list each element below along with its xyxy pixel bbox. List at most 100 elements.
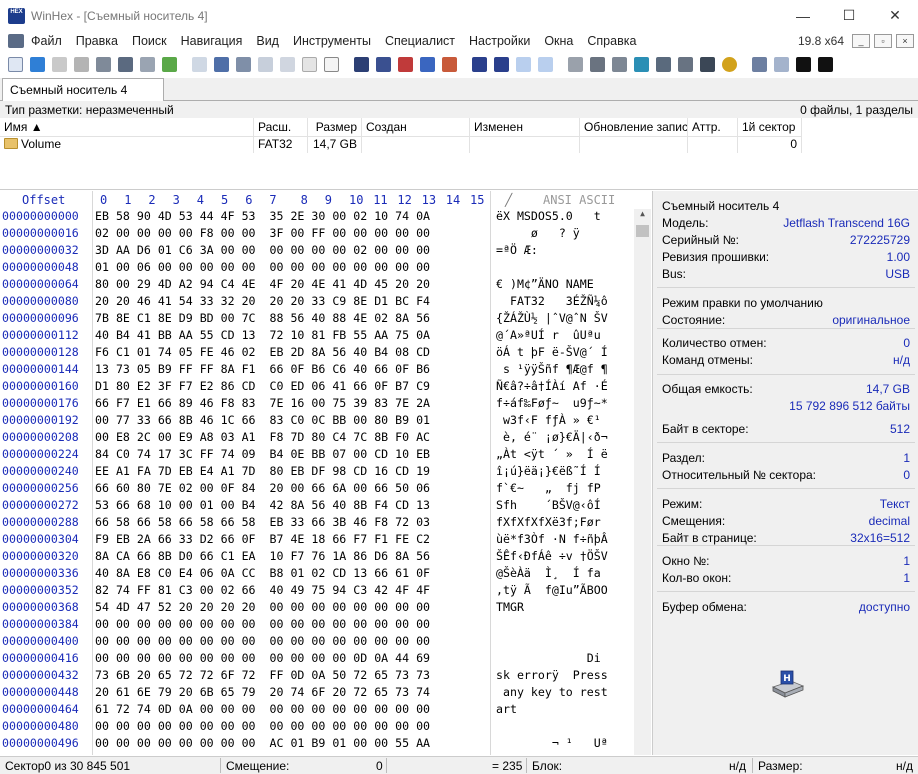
write-block-icon[interactable]	[300, 55, 319, 74]
hex-ascii[interactable]: @´A»ªUÍ r ûUªu	[496, 328, 601, 342]
cut-icon[interactable]	[256, 55, 275, 74]
disk-tools-icon[interactable]	[676, 55, 695, 74]
scroll-up-arrow-icon[interactable]: ▲	[634, 209, 651, 223]
open-icon[interactable]	[28, 55, 47, 74]
hex-ascii[interactable]: TMGR	[496, 600, 524, 614]
mdi-minimize-button[interactable]: _	[852, 34, 870, 48]
paste-icon[interactable]	[234, 55, 253, 74]
hex-ascii[interactable]: any key to rest	[496, 685, 608, 699]
hex-bytes[interactable]: 00 77 33 66 8B 46 1C 66 83 C0 0C BB 00 8…	[95, 413, 430, 427]
document-window-icon[interactable]	[8, 34, 24, 48]
col-size[interactable]: Размер	[308, 118, 362, 137]
hex-ascii[interactable]: ‚tÿ Ã f@Iu”ÃBOO	[496, 583, 608, 597]
hex-ascii[interactable]: î¡ú}ëä¡}€ëß˜Í Í	[496, 464, 601, 478]
hex-ascii[interactable]: öÁ t þF ë-ŠV@´ Í	[496, 345, 608, 359]
settings-gear-icon[interactable]	[720, 55, 739, 74]
layout-icon[interactable]	[750, 55, 769, 74]
hex-bytes[interactable]: EE A1 FA 7D EB E4 A1 7D 80 EB DF 98 CD 1…	[95, 464, 430, 478]
hex-ascii[interactable]: „Àt <ÿt ´ » Í ë	[496, 447, 608, 461]
menu-edit[interactable]: Правка	[69, 34, 125, 48]
paste-special-icon[interactable]	[278, 55, 297, 74]
hex-bytes[interactable]: 00 00 00 00 00 00 00 00 00 00 00 00 0D 0…	[95, 651, 430, 665]
table-row[interactable]: Volume FAT32 14,7 GB 0	[0, 136, 802, 153]
hex-ascii[interactable]: f÷áf‰Føƒ~ u9ƒ~*	[496, 396, 608, 410]
hex-ascii[interactable]: s ¹ÿÿŠñf ¶Æ@f ¶	[496, 362, 608, 376]
hex-bytes[interactable]: 00 E8 2C 00 E9 A8 03 A1 F8 7D 80 C4 7C 8…	[95, 430, 430, 444]
hex-ascii[interactable]: {ŽÁŽÙ½ |ˆV@ˆN ŠV	[496, 311, 608, 325]
analyze-icon[interactable]	[698, 55, 717, 74]
save-icon[interactable]	[50, 55, 69, 74]
hex-bytes[interactable]: 66 F7 E1 66 89 46 F8 83 7E 16 00 75 39 8…	[95, 396, 430, 410]
goto-sector-icon[interactable]	[492, 55, 511, 74]
hex-bytes[interactable]: 00 00 00 00 00 00 00 00 00 00 00 00 00 0…	[95, 634, 430, 648]
menu-view[interactable]: Вид	[249, 34, 286, 48]
hex-bytes[interactable]: 01 00 06 00 00 00 00 00 00 00 00 00 00 0…	[95, 260, 430, 274]
hex-bytes[interactable]: 13 73 05 B9 FF FF 8A F1 66 0F B6 C6 40 6…	[95, 362, 430, 376]
close-button[interactable]: ✕	[872, 0, 918, 31]
binary-icon[interactable]	[322, 55, 341, 74]
hex-ascii[interactable]: ø ? ÿ	[496, 226, 580, 240]
col-name[interactable]: Имя ▲	[0, 118, 254, 137]
find-hex-icon[interactable]	[374, 55, 393, 74]
hex-bytes[interactable]: 20 20 46 41 54 33 32 20 20 20 33 C9 8E D…	[95, 294, 430, 308]
search-icon[interactable]	[654, 55, 673, 74]
hex-bytes[interactable]: 82 74 FF 81 C3 00 02 66 40 49 75 94 C3 4…	[95, 583, 430, 597]
hex-bytes[interactable]: F9 EB 2A 66 33 D2 66 0F B7 4E 18 66 F7 F…	[95, 532, 430, 546]
prev-window-icon[interactable]	[794, 55, 813, 74]
hex-editor[interactable]: Offset ╱ ANSI ASCII 0 1 2 3 4 5 6 7 8 9 10 11 12 13 14…	[0, 191, 652, 755]
menu-window[interactable]: Окна	[537, 34, 580, 48]
hex-bytes[interactable]: 8A CA 66 8B D0 66 C1 EA 10 F7 76 1A 86 D…	[95, 549, 430, 563]
next-window-icon[interactable]	[816, 55, 835, 74]
forward-arrow-icon[interactable]	[536, 55, 555, 74]
replace-hex-icon[interactable]	[418, 55, 437, 74]
col-created[interactable]: Создан	[362, 118, 470, 137]
hex-scrollbar[interactable]: ▲	[634, 209, 651, 755]
calculator-icon[interactable]	[632, 55, 651, 74]
hex-bytes[interactable]: 40 8A E8 C0 E4 06 0A CC B8 01 02 CD 13 6…	[95, 566, 430, 580]
hex-ascii[interactable]: w3f‹F fƒÀ » €¹	[496, 413, 601, 427]
hex-bytes[interactable]: 84 C0 74 17 3C FF 74 09 B4 0E BB 07 00 C…	[95, 447, 430, 461]
col-attr[interactable]: Аттр.	[688, 118, 738, 137]
properties-icon[interactable]	[116, 55, 135, 74]
hex-bytes[interactable]: 02 00 00 00 00 F8 00 00 3F 00 FF 00 00 0…	[95, 226, 430, 240]
hex-ascii[interactable]: fXfXfXfXë3f;Før	[496, 515, 601, 529]
hex-ascii[interactable]: ¬ ¹ Uª	[496, 736, 608, 750]
col-record-changed[interactable]: Обновление записи	[580, 118, 688, 137]
maximize-button[interactable]: ☐	[826, 0, 872, 31]
replace-text-icon[interactable]	[396, 55, 415, 74]
hex-bytes[interactable]: D1 80 E2 3F F7 E2 86 CD C0 ED 06 41 66 0…	[95, 379, 430, 393]
menu-navigation[interactable]: Навигация	[174, 34, 250, 48]
hex-bytes[interactable]: 3D AA D6 01 C6 3A 00 00 00 00 00 00 02 0…	[95, 243, 430, 257]
open-disk-icon[interactable]	[566, 55, 585, 74]
hex-ascii[interactable]: ëX MSDOS5.0 t	[496, 209, 601, 223]
hex-bytes[interactable]: 00 00 00 00 00 00 00 00 00 00 00 00 00 0…	[95, 719, 430, 733]
hex-bytes[interactable]: F6 C1 01 74 05 FE 46 02 EB 2D 8A 56 40 B…	[95, 345, 430, 359]
hex-bytes[interactable]: 66 60 80 7E 02 00 0F 84 20 00 66 6A 00 6…	[95, 481, 430, 495]
hex-ascii[interactable]: ùë*f3Òf ·N f÷ñþÂ	[496, 532, 608, 546]
back-arrow-icon[interactable]	[514, 55, 533, 74]
ram-icon[interactable]	[588, 55, 607, 74]
minimize-button[interactable]: —	[780, 0, 826, 31]
undo-icon[interactable]	[190, 55, 209, 74]
hex-bytes[interactable]: 61 72 74 0D 0A 00 00 00 00 00 00 00 00 0…	[95, 702, 430, 716]
hex-ascii[interactable]: @ŠèÀä Ì¸ Í fa	[496, 566, 601, 580]
hex-ascii[interactable]: FAT32 3ÉŽÑ¼ô	[496, 294, 608, 308]
mdi-close-button[interactable]: ×	[896, 34, 914, 48]
hex-bytes[interactable]: 53 66 68 10 00 01 00 B4 42 8A 56 40 8B F…	[95, 498, 430, 512]
hex-ascii[interactable]: Di	[496, 651, 601, 665]
hex-ascii[interactable]: art	[496, 702, 517, 716]
export-icon[interactable]	[160, 55, 179, 74]
hex-ascii[interactable]: ŠÊf‹ÐfÁê ÷v †ÖŠV	[496, 549, 608, 563]
find-text-icon[interactable]	[352, 55, 371, 74]
hex-ascii[interactable]: sk errorÿ Press	[496, 668, 608, 682]
hex-bytes[interactable]: 54 4D 47 52 20 20 20 20 00 00 00 00 00 0…	[95, 600, 430, 614]
tab-removable-disk-4[interactable]: Съемный носитель 4	[2, 78, 164, 101]
hex-bytes[interactable]: 66 58 66 58 66 58 66 58 EB 33 66 3B 46 F…	[95, 515, 430, 529]
goto-offset-icon[interactable]	[470, 55, 489, 74]
panes-icon[interactable]	[772, 55, 791, 74]
hex-ascii[interactable]: è, é¨ ¡ø}€Ä|‹ð¬	[496, 430, 608, 444]
col-modified[interactable]: Изменен	[470, 118, 580, 137]
drive-icon[interactable]	[610, 55, 629, 74]
menu-search[interactable]: Поиск	[125, 34, 174, 48]
save-as-icon[interactable]	[72, 55, 91, 74]
